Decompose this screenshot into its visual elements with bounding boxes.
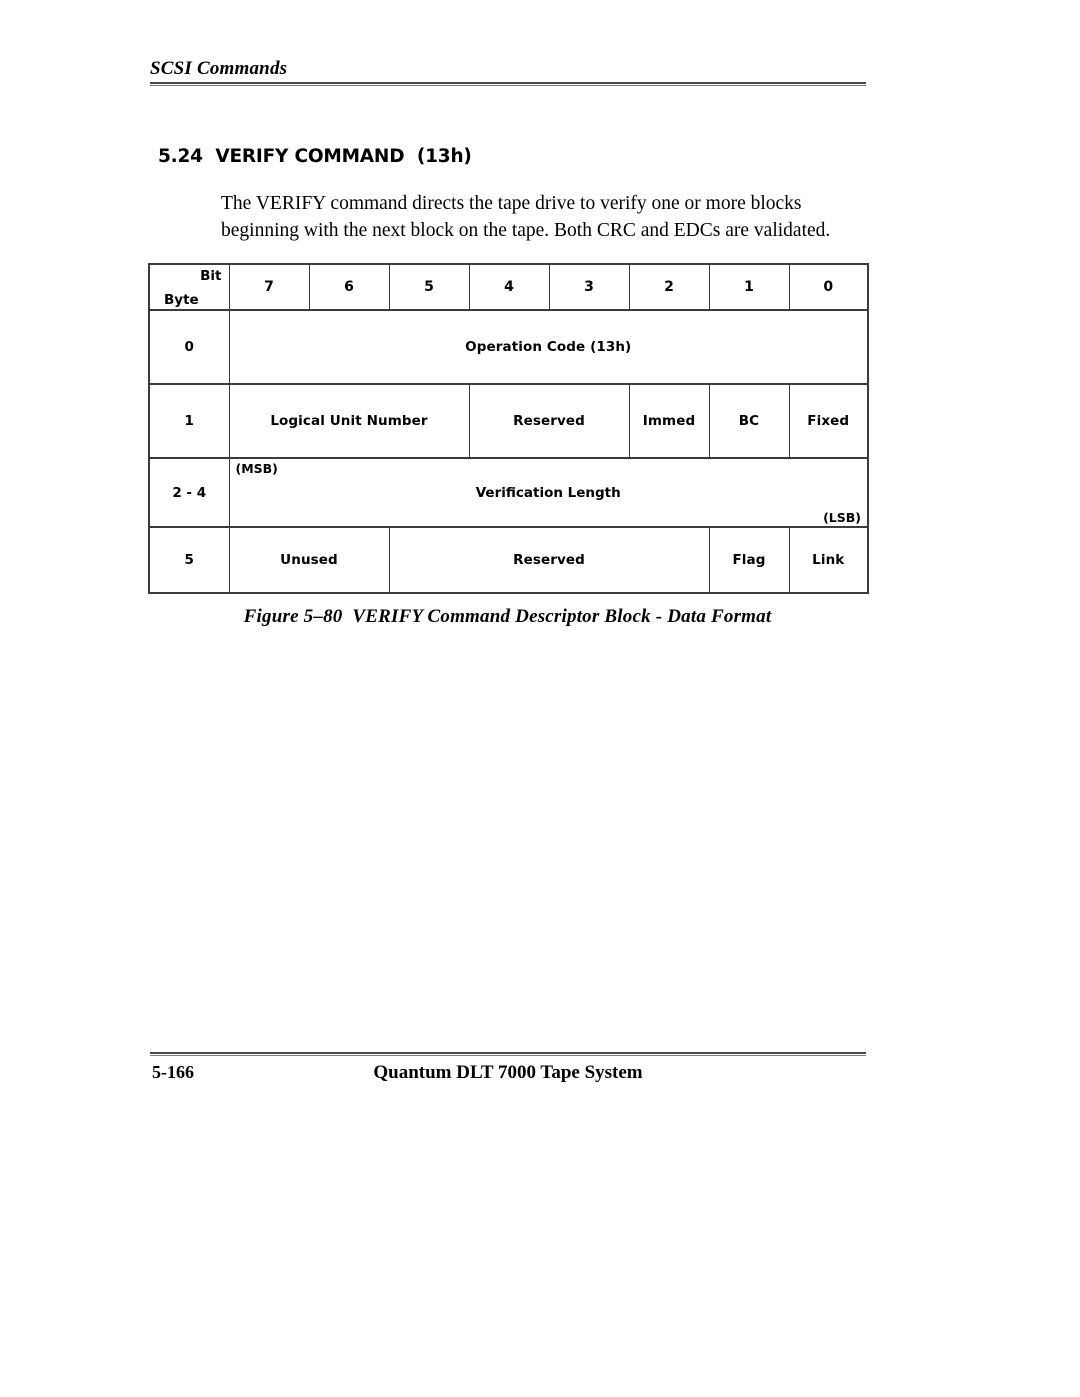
figure-caption: Figure 5–80 VERIFY Command Descriptor Bl… — [243, 606, 772, 627]
table-row-byte-2-4: 2 - 4 (MSB) Verification Length (LSB) — [148, 457, 869, 528]
byte-index-5: 5 — [148, 526, 230, 594]
field-verification-length-cell: (MSB) Verification Length (LSB) — [228, 457, 869, 528]
bit-header-4: 4 — [468, 263, 550, 311]
bit-header-5: 5 — [388, 263, 470, 311]
table-header-row: Bit Byte 7 6 5 4 3 2 1 0 — [148, 263, 869, 311]
bit-header-1: 1 — [708, 263, 790, 311]
field-bc: BC — [708, 383, 790, 459]
cdb-table: Bit Byte 7 6 5 4 3 2 1 0 0 Operation Cod… — [148, 263, 869, 594]
bit-byte-corner-cell: Bit Byte — [148, 263, 230, 311]
bit-header-2: 2 — [628, 263, 710, 311]
byte-index-2-4: 2 - 4 — [148, 457, 230, 528]
table-row-byte-5: 5 Unused Reserved Flag Link — [148, 526, 869, 594]
field-immed: Immed — [628, 383, 710, 459]
running-header-title: SCSI Commands — [150, 58, 288, 79]
byte-index-1: 1 — [148, 383, 230, 459]
page-footer: 5-166 Quantum DLT 7000 Tape System — [150, 1052, 866, 1088]
table-row-byte-0: 0 Operation Code (13h) — [148, 309, 869, 385]
field-operation-code: Operation Code (13h) — [228, 309, 869, 385]
table-row-byte-1: 1 Logical Unit Number Reserved Immed BC … — [148, 383, 869, 459]
footer-product-title: Quantum DLT 7000 Tape System — [373, 1062, 643, 1083]
bit-header-7: 7 — [228, 263, 310, 311]
intro-paragraph: The VERIFY command directs the tape driv… — [221, 193, 831, 241]
bit-header-0: 0 — [788, 263, 869, 311]
header-rule — [150, 82, 866, 86]
section-heading: 5.24 VERIFY COMMAND (13h) — [158, 146, 472, 167]
byte-index-0: 0 — [148, 309, 230, 385]
bit-header-6: 6 — [308, 263, 390, 311]
field-link: Link — [788, 526, 869, 594]
field-logical-unit-number: Logical Unit Number — [228, 383, 470, 459]
lsb-marker: (LSB) — [823, 510, 861, 525]
field-unused: Unused — [228, 526, 390, 594]
bit-axis-label: Bit — [200, 268, 222, 284]
bit-header-3: 3 — [548, 263, 630, 311]
field-reserved-byte1: Reserved — [468, 383, 630, 459]
running-header: SCSI Commands — [150, 58, 866, 86]
field-fixed: Fixed — [788, 383, 869, 459]
field-reserved-byte5: Reserved — [388, 526, 710, 594]
msb-marker: (MSB) — [235, 461, 278, 476]
footer-rule — [150, 1052, 866, 1056]
verification-length-layout: (MSB) Verification Length (LSB) — [230, 459, 868, 526]
footer-line: 5-166 Quantum DLT 7000 Tape System — [150, 1062, 866, 1088]
document-page: SCSI Commands 5.24 VERIFY COMMAND (13h) … — [0, 0, 1080, 1397]
field-flag: Flag — [708, 526, 790, 594]
field-verification-length: Verification Length — [475, 484, 621, 501]
byte-axis-label: Byte — [164, 292, 199, 308]
